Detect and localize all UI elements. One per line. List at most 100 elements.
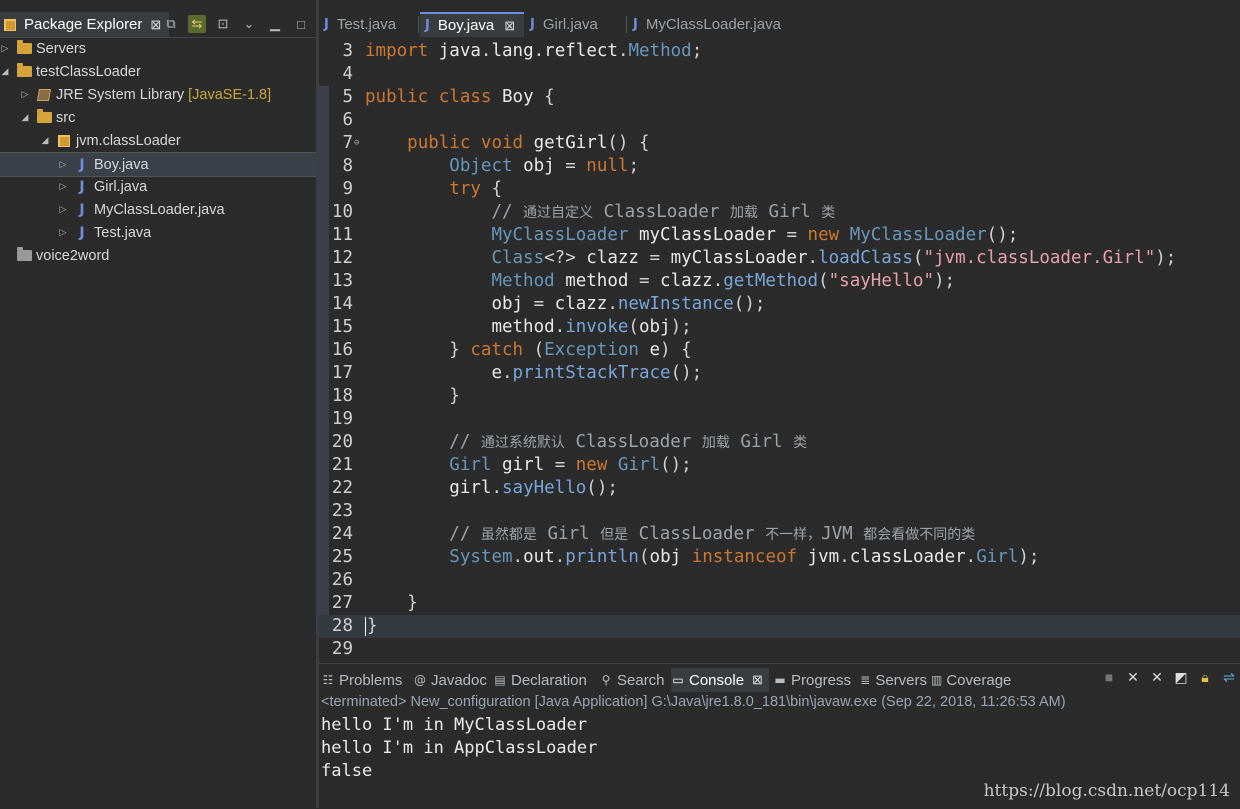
- tab-console[interactable]: ▭ Console ⊠: [671, 668, 769, 692]
- line-number: 10: [331, 202, 353, 222]
- code-line[interactable]: 13 Method method = clazz.getMethod("sayH…: [319, 270, 1240, 293]
- package-explorer-title: Package Explorer: [24, 16, 143, 33]
- tree-item-decoration: [JavaSE-1.8]: [188, 86, 272, 103]
- close-icon[interactable]: ⊠: [752, 672, 763, 688]
- terminate-icon[interactable]: ■: [1100, 668, 1118, 686]
- code-line[interactable]: 4: [319, 63, 1240, 86]
- tab-label: Search: [617, 671, 665, 689]
- code-line[interactable]: 8 Object obj = null;: [319, 155, 1240, 178]
- code-line[interactable]: 17 e.printStackTrace();: [319, 362, 1240, 385]
- tree-item-label: Girl.java: [94, 178, 148, 195]
- minimize-icon[interactable]: ▁: [266, 15, 284, 33]
- code-line[interactable]: 23: [319, 500, 1240, 523]
- code-area[interactable]: 3 import java.lang.reflect.Method; 4 5 publi…: [319, 40, 1240, 663]
- code-line[interactable]: 14 obj = clazz.newInstance();: [319, 293, 1240, 316]
- focus-icon[interactable]: ⊡: [214, 15, 232, 33]
- code-line[interactable]: 7 ⊖ public void getGirl() {: [319, 132, 1240, 155]
- code-line[interactable]: 9 try {: [319, 178, 1240, 201]
- code-line[interactable]: 20 // 通过系统默认 ClassLoader 加载 Girl 类: [319, 431, 1240, 454]
- tree-item-jre-system-library[interactable]: ▷ JRE System Library [JavaSE-1.8]: [0, 83, 336, 106]
- line-number: 16: [331, 340, 353, 360]
- tab-problems[interactable]: ☷ Problems: [321, 668, 409, 692]
- tab-declaration[interactable]: ▤ Declaration: [493, 668, 595, 692]
- code-line[interactable]: 26: [319, 569, 1240, 592]
- link-with-editor-icon[interactable]: ⇆: [188, 15, 206, 33]
- tab-servers[interactable]: ≣ Servers: [859, 668, 927, 692]
- closed-project-icon: [16, 247, 32, 263]
- tree-item-voice2word[interactable]: voice2word: [0, 244, 316, 267]
- code-line[interactable]: 11 MyClassLoader myClassLoader = new MyC…: [319, 224, 1240, 247]
- project-folder-icon: [16, 63, 32, 79]
- collapsed-arrow-icon[interactable]: ▷: [0, 43, 10, 54]
- folder-icon: [16, 40, 32, 56]
- package-explorer-tab[interactable]: Package Explorer ⊠: [0, 12, 170, 37]
- code-line[interactable]: 27 }: [319, 592, 1240, 615]
- line-number: 13: [331, 271, 353, 291]
- console-output-line: hello I'm in AppClassLoader: [321, 738, 598, 758]
- code-line[interactable]: 16 } catch (Exception e) {: [319, 339, 1240, 362]
- tab-boy-java[interactable]: J Boy.java ⊠: [420, 12, 524, 37]
- scroll-lock-icon[interactable]: 🔒︎: [1196, 668, 1214, 686]
- code-line[interactable]: 19: [319, 408, 1240, 431]
- code-line[interactable]: 28}: [319, 615, 1240, 638]
- collapsed-arrow-icon[interactable]: ▷: [20, 89, 30, 100]
- collapsed-arrow-icon[interactable]: ▷: [58, 204, 68, 215]
- collapsed-arrow-icon[interactable]: ▷: [58, 181, 68, 192]
- maximize-icon[interactable]: □: [292, 15, 310, 33]
- code-line[interactable]: 10 // 通过自定义 ClassLoader 加载 Girl 类: [319, 201, 1240, 224]
- tree-item-src[interactable]: ◢ src: [0, 106, 336, 129]
- view-menu-chevron-down-icon[interactable]: ⌄: [240, 15, 258, 33]
- code-text: try {: [449, 179, 502, 199]
- remove-all-terminated-icon[interactable]: ✕: [1148, 668, 1166, 686]
- tab-search[interactable]: ⚲ Search: [599, 668, 667, 692]
- tree-item-servers[interactable]: ▷ Servers: [0, 37, 316, 60]
- code-line[interactable]: 18 }: [319, 385, 1240, 408]
- code-line[interactable]: 22 girl.sayHello();: [319, 477, 1240, 500]
- tab-progress[interactable]: ▬ Progress: [773, 668, 855, 692]
- code-line[interactable]: 24 // 虽然都是 Girl 但是 ClassLoader 不一样，JVM 都…: [319, 523, 1240, 546]
- collapse-all-icon[interactable]: ⧉: [162, 15, 180, 33]
- code-text: }: [365, 616, 378, 636]
- expanded-arrow-icon[interactable]: ◢: [0, 66, 10, 77]
- tab-javadoc[interactable]: @ Javadoc: [413, 668, 489, 692]
- code-text: } catch (Exception e) {: [365, 340, 692, 360]
- collapsed-arrow-icon[interactable]: ▷: [58, 227, 68, 238]
- tab-girl-java[interactable]: J Girl.java: [525, 12, 630, 37]
- close-icon[interactable]: ⊠: [150, 17, 161, 33]
- code-line[interactable]: 5 public class Boy {: [319, 86, 1240, 109]
- tree-item-label: Test.java: [94, 224, 152, 241]
- tree-item-label: JRE System Library: [56, 86, 185, 103]
- word-wrap-icon[interactable]: ⇌: [1220, 668, 1238, 686]
- expanded-arrow-icon[interactable]: ◢: [20, 112, 30, 123]
- tab-label: Javadoc: [431, 671, 487, 689]
- source-folder-icon: [36, 109, 52, 125]
- tab-test-java[interactable]: J Test.java: [319, 12, 422, 37]
- collapsed-arrow-icon[interactable]: ▷: [58, 159, 68, 170]
- tab-myclassloader-java[interactable]: J MyClassLoader.java: [628, 12, 813, 37]
- line-number: 21: [331, 455, 353, 475]
- code-line[interactable]: 3 import java.lang.reflect.Method;: [319, 40, 1240, 63]
- tree-item-testclassloader[interactable]: ◢ testClassLoader: [0, 60, 316, 83]
- console-output-line: hello I'm in MyClassLoader: [321, 715, 588, 735]
- code-line[interactable]: 25 System.out.println(obj instanceof jvm…: [319, 546, 1240, 569]
- code-text: }: [365, 386, 460, 406]
- tree-item-jvm-classloader[interactable]: ◢ jvm.classLoader: [0, 129, 356, 152]
- code-line[interactable]: 15 method.invoke(obj);: [319, 316, 1240, 339]
- expanded-arrow-icon[interactable]: ◢: [40, 135, 50, 146]
- tab-coverage[interactable]: ▥ Coverage: [931, 668, 1011, 692]
- code-line[interactable]: 21 Girl girl = new Girl();: [319, 454, 1240, 477]
- code-text: public void getGirl() {: [407, 133, 650, 153]
- code-text: Object obj = null;: [449, 156, 639, 176]
- code-line[interactable]: 6: [319, 109, 1240, 132]
- close-icon[interactable]: ⊠: [504, 18, 515, 34]
- java-file-icon: J: [530, 17, 535, 32]
- code-text: public class Boy {: [365, 87, 555, 107]
- fold-minus-icon[interactable]: ⊖: [354, 132, 359, 155]
- code-line[interactable]: 29: [319, 638, 1240, 661]
- code-line[interactable]: 12 Class<?> clazz = myClassLoader.loadCl…: [319, 247, 1240, 270]
- clear-console-icon[interactable]: ◩: [1172, 668, 1190, 686]
- line-number: 18: [331, 386, 353, 406]
- remove-launch-icon[interactable]: ✕: [1124, 668, 1142, 686]
- code-text: // 通过系统默认 ClassLoader 加载 Girl 类: [449, 432, 808, 452]
- line-number: 23: [331, 501, 353, 521]
